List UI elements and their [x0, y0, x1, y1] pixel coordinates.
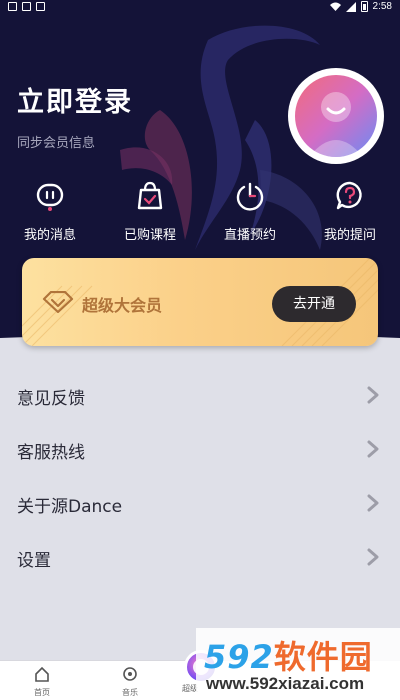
chevron-right-icon: [367, 494, 379, 512]
quick-action-live[interactable]: 直播预约: [200, 178, 300, 243]
chevron-right-icon: [367, 548, 379, 566]
menu-item-about[interactable]: 关于源Dance: [0, 476, 400, 530]
tab-music[interactable]: 音乐: [100, 661, 160, 700]
battery-icon: [360, 1, 368, 12]
menu-item-hotline[interactable]: 客服热线: [0, 422, 400, 476]
menu-panel: 意见反馈 客服热线 关于源Dance 设置: [0, 338, 400, 660]
music-icon: [123, 667, 137, 681]
watermark-url: www.592xiazai.com: [206, 674, 365, 693]
menu-item-settings[interactable]: 设置: [0, 530, 400, 584]
image-icon: [22, 2, 31, 11]
avatar-image: [295, 75, 377, 157]
signal-icon: [345, 1, 356, 12]
watermark-text: 软件园: [273, 638, 373, 676]
watermark: 592软件园 www.592xiazai.com: [196, 628, 400, 700]
app-icon: [36, 2, 45, 11]
menu-item-label: 意见反馈: [17, 389, 85, 409]
tab-label: 音乐: [122, 688, 138, 697]
quick-action-label: 直播预约: [223, 228, 276, 243]
menu-item-label: 关于源Dance: [17, 497, 123, 517]
notification-icon: [8, 2, 17, 11]
quick-action-questions[interactable]: 我的提问: [300, 178, 400, 243]
menu-list: 意见反馈 客服热线 关于源Dance 设置: [0, 368, 400, 584]
chevron-right-icon: [367, 386, 379, 404]
chevron-right-icon: [367, 440, 379, 458]
avatar[interactable]: [288, 68, 384, 164]
menu-item-label: 客服热线: [17, 443, 85, 463]
quick-action-messages[interactable]: 我的消息: [0, 178, 100, 243]
status-bar: 2:58: [0, 0, 400, 16]
quick-action-label: 已购课程: [123, 228, 176, 243]
vip-card[interactable]: 超级大会员 去开通: [22, 258, 378, 346]
power-clock-icon: [236, 182, 264, 211]
login-subtitle: 同步会员信息: [17, 136, 96, 151]
tab-home[interactable]: 首页: [12, 661, 72, 700]
menu-item-feedback[interactable]: 意见反馈: [0, 368, 400, 422]
home-icon: [35, 666, 49, 682]
quick-action-label: 我的提问: [323, 228, 376, 243]
shopping-bag-icon: [137, 181, 163, 210]
message-icon: [36, 183, 64, 211]
user-icon: [309, 92, 363, 157]
quick-action-courses[interactable]: 已购课程: [100, 178, 200, 243]
vip-label: 超级大会员: [82, 296, 163, 315]
wifi-icon: [329, 2, 341, 11]
diamond-icon: [42, 291, 74, 313]
quick-actions: 我的消息 已购课程 直播预约 我的提问: [0, 178, 400, 243]
login-title[interactable]: 立即登录: [17, 80, 133, 119]
status-time: 2:58: [372, 1, 392, 12]
watermark-brand: 592软件园: [204, 632, 373, 678]
menu-item-label: 设置: [17, 551, 51, 571]
tab-label: 首页: [34, 688, 50, 697]
vip-activate-button[interactable]: 去开通: [272, 286, 356, 322]
quick-action-label: 我的消息: [23, 228, 76, 243]
question-icon: [336, 181, 362, 210]
watermark-number: 592: [204, 638, 274, 676]
